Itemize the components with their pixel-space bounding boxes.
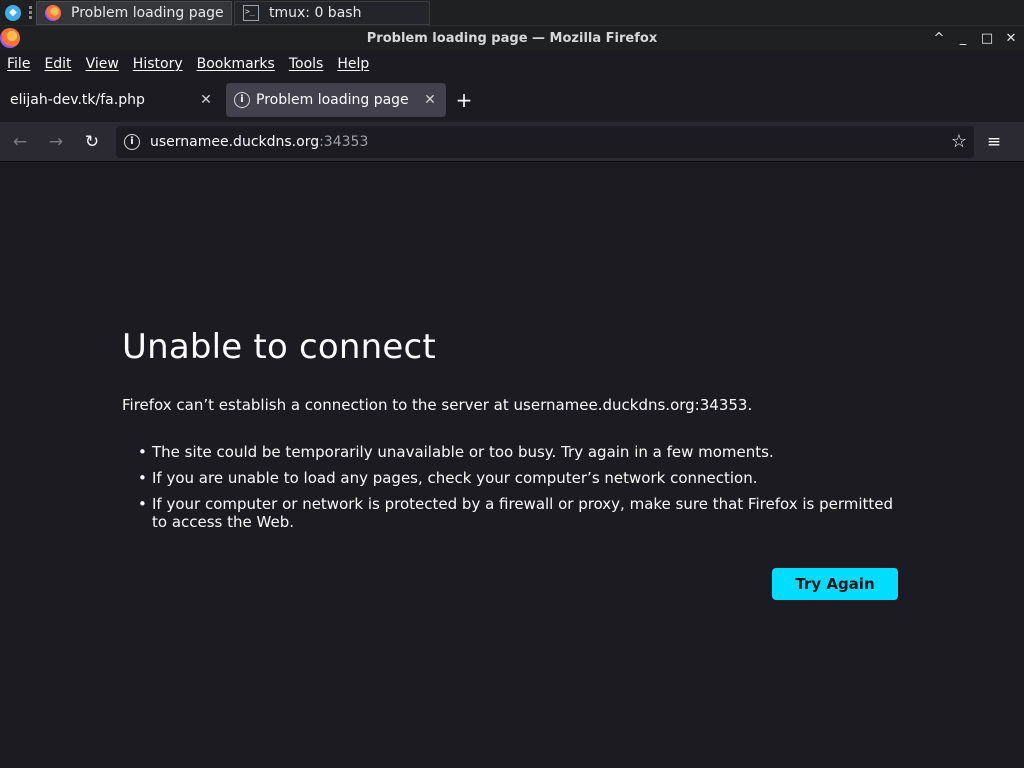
taskbar-grip[interactable] — [26, 0, 34, 26]
error-title: Unable to connect — [122, 327, 436, 367]
menu-help[interactable]: Help — [337, 56, 369, 72]
url-host: usernamee.duckdns.org — [150, 133, 320, 150]
maximize-button[interactable]: □ — [978, 28, 996, 48]
try-again-button[interactable]: Try Again — [772, 568, 898, 600]
taskbar-task-label: tmux: 0 bash — [269, 4, 362, 21]
window-title: Problem loading page — Mozilla Firefox — [366, 30, 658, 46]
site-info-icon[interactable]: i — [124, 133, 140, 150]
list-item: The site could be temporarily unavailabl… — [138, 443, 908, 461]
list-item: If your computer or network is protected… — [138, 495, 908, 531]
firefox-icon — [45, 4, 61, 21]
minimize-button[interactable]: _ — [954, 28, 972, 48]
tab-problem-loading[interactable]: i Problem loading page ✕ — [226, 83, 446, 117]
menu-file[interactable]: File — [7, 56, 30, 72]
info-icon: i — [234, 92, 250, 108]
taskbar-task-label: Problem loading page ... — [71, 4, 223, 21]
bookmark-star-icon[interactable]: ☆ — [944, 131, 974, 152]
taskbar-task-firefox[interactable]: Problem loading page ... — [36, 0, 232, 25]
url-bar[interactable]: i usernamee.duckdns.org:34353 ☆ — [116, 125, 974, 158]
back-button[interactable]: ← — [4, 126, 36, 158]
tab-elijah-dev[interactable]: elijah-dev.tk/fa.php ✕ — [2, 83, 222, 117]
reload-button[interactable]: ↻ — [76, 126, 108, 158]
taskbar: ◆ Problem loading page ... >_ tmux: 0 ba… — [0, 0, 1024, 26]
error-description: Firefox can’t establish a connection to … — [122, 396, 753, 414]
tab-label: Problem loading page — [256, 92, 409, 108]
error-suggestions: The site could be temporarily unavailabl… — [138, 443, 908, 539]
menu-edit[interactable]: Edit — [44, 56, 71, 72]
menu-bookmarks[interactable]: Bookmarks — [197, 56, 275, 72]
error-page: Unable to connect Firefox can’t establis… — [0, 163, 1024, 768]
forward-button[interactable]: → — [40, 126, 72, 158]
firefox-window-icon[interactable] — [0, 28, 20, 48]
new-tab-button[interactable]: + — [450, 86, 478, 114]
menu-tools[interactable]: Tools — [289, 56, 324, 72]
menu-history[interactable]: History — [133, 56, 183, 72]
menu-bar: File Edit View History Bookmarks Tools H… — [0, 50, 1024, 78]
close-window-button[interactable]: ✕ — [1002, 28, 1020, 48]
close-tab-icon[interactable]: ✕ — [198, 92, 214, 108]
close-tab-icon[interactable]: ✕ — [422, 92, 438, 108]
window-titlebar[interactable]: Problem loading page — Mozilla Firefox ^… — [0, 26, 1024, 50]
app-menu-button[interactable]: ≡ — [974, 126, 1014, 158]
taskbar-task-terminal[interactable]: >_ tmux: 0 bash — [234, 0, 430, 25]
kde-launcher-icon: ◆ — [5, 4, 21, 21]
navigation-toolbar: ← → ↻ i usernamee.duckdns.org:34353 ☆ ≡ — [0, 122, 1024, 162]
application-launcher[interactable]: ◆ — [0, 0, 26, 26]
menu-view[interactable]: View — [86, 56, 119, 72]
tab-strip: elijah-dev.tk/fa.php ✕ i Problem loading… — [0, 78, 1024, 122]
terminal-icon: >_ — [243, 4, 259, 21]
tab-label: elijah-dev.tk/fa.php — [10, 92, 145, 108]
url-port: :34353 — [319, 133, 369, 150]
list-item: If you are unable to load any pages, che… — [138, 469, 908, 487]
keep-above-button[interactable]: ^ — [930, 28, 948, 48]
